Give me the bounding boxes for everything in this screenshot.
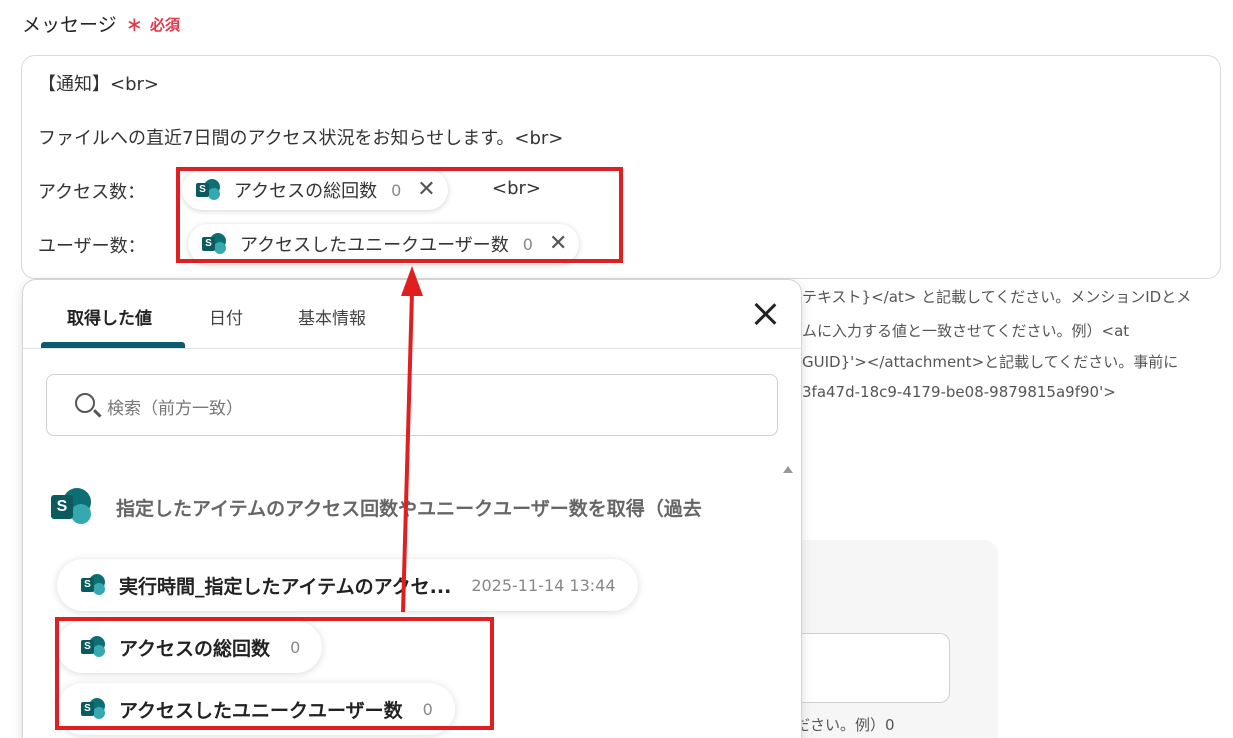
annotation-arrow <box>401 266 423 613</box>
